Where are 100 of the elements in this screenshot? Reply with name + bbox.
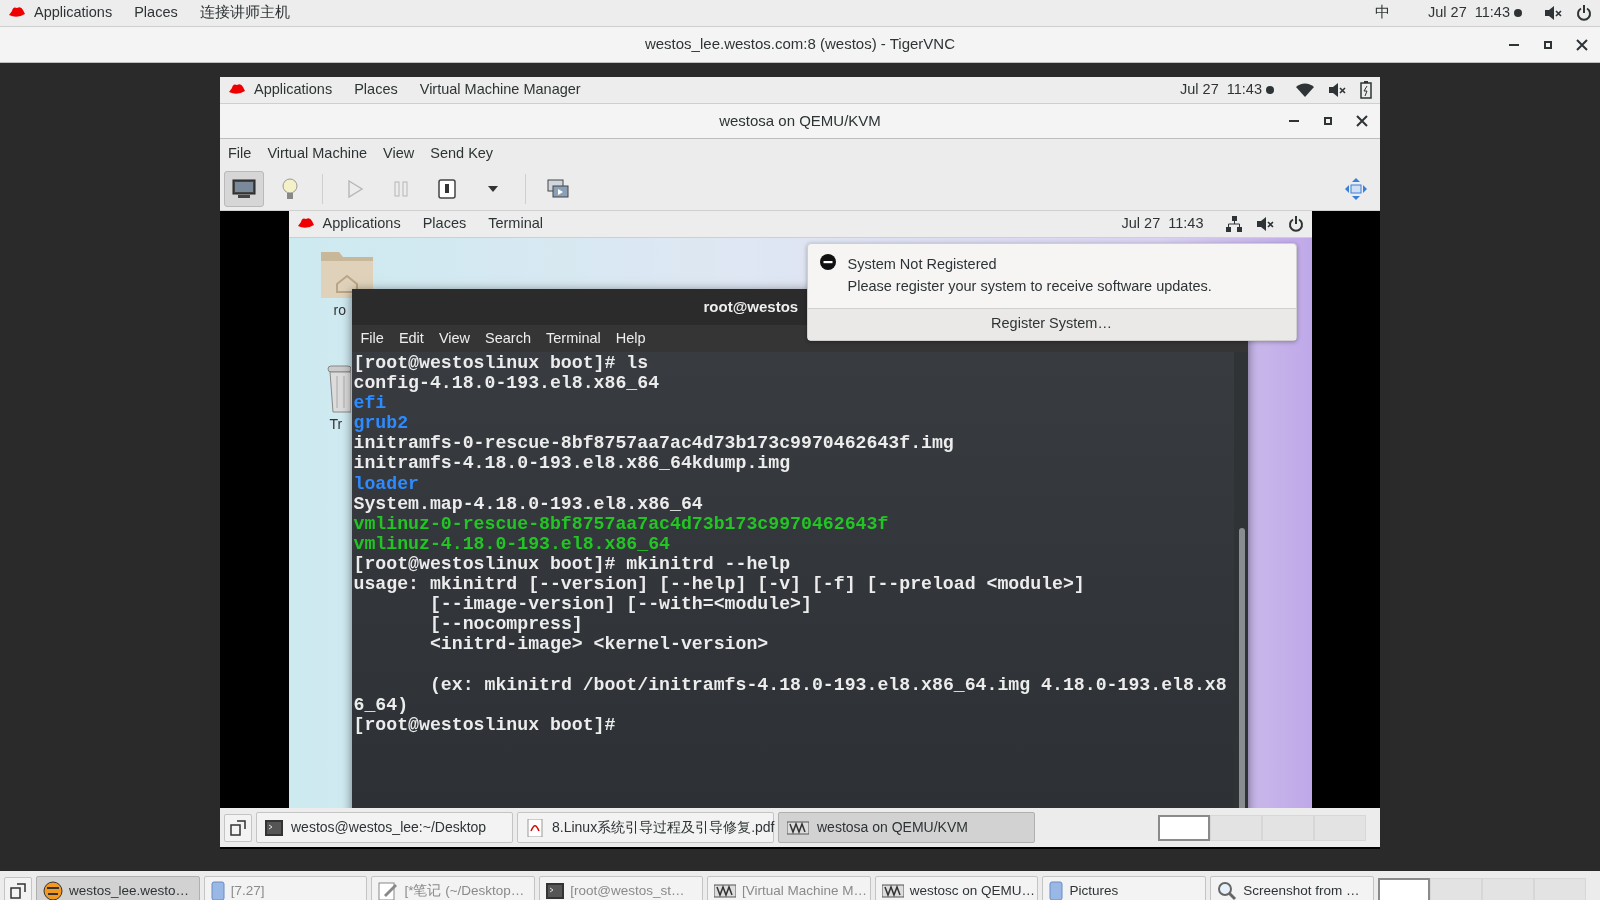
show-desktop-button[interactable] [4,877,32,900]
menu-item[interactable]: File [228,142,252,165]
terminal-line: grub2 [353,413,409,434]
notification-text: Please register your system to receive software updates. [847,276,1212,296]
input-method-indicator[interactable]: 中 [1375,2,1391,24]
terminal-line: [root@westoslinux boot]# mkinitrd --help [353,553,791,574]
register-button[interactable]: Register System… [807,307,1296,340]
top-menu-item[interactable]: Applications [34,2,113,24]
pause-icon [394,181,408,197]
terminal-line: initramfs-0-rescue-8bf8757aa7ac4d73b173c9970462643f.img [353,433,954,454]
move-arrows-icon [1345,178,1367,200]
screens-icon [547,179,569,199]
terminal-line: [--nocompress] [429,614,583,635]
top-menu-item[interactable]: 连接讲师主机 [199,2,290,24]
volume-muted-icon[interactable] [1328,82,1346,98]
close-button[interactable] [1574,36,1590,53]
menu-item[interactable]: View [383,142,415,165]
workspace-thumbnail[interactable] [1158,814,1210,841]
stop-icon [819,254,836,270]
hat-icon [228,83,246,97]
menu-item[interactable]: Terminal [546,327,601,350]
workspace-switch-icon [230,819,246,836]
close-icon [1576,38,1588,51]
taskbar-button[interactable]: 8.Linux系统引导过程及引导修复.pdf [517,812,774,843]
clock[interactable]: Jul 27 11:43 [1121,213,1204,235]
top-menu-item[interactable]: Places [354,79,398,101]
caret-icon [487,185,499,193]
taskbar-button[interactable]: Screenshot from … [1210,875,1374,900]
show-desktop-button[interactable] [224,813,252,842]
clock[interactable]: Jul 27 11:43 [1180,79,1262,101]
battery-icon[interactable] [1360,81,1372,99]
clock[interactable]: Jul 27 11:43 [1428,2,1510,24]
menu-item[interactable]: Search [485,327,531,350]
menu-item[interactable]: View [438,327,471,350]
power-icon[interactable] [1287,216,1304,232]
close-icon [1356,115,1368,127]
workspace-thumbnail[interactable] [1378,878,1430,900]
notification-title: System Not Registered [847,255,998,274]
taskbar-button[interactable]: Pictures [1042,875,1207,900]
terminal-line: vmlinuz-4.18.0-193.el8.x86_64 [353,533,670,554]
minimize-icon [1289,120,1299,122]
menu-item[interactable]: Help [615,327,646,350]
status-dot-icon [1266,86,1274,94]
vm-icon [713,884,736,898]
desktop-icon-label[interactable]: ro [333,300,346,321]
taskbar-button[interactable]: westosc on QEMU… [874,875,1039,900]
document-icon [210,881,225,900]
hat-icon [296,217,315,231]
wifi-icon[interactable] [1296,83,1314,97]
switch-icon [438,179,456,199]
hat-icon [8,6,26,20]
top-menu-item[interactable]: Applications [254,79,333,101]
terminal-line: [root@westoslinux boot]# [353,714,616,735]
terminal-icon [265,819,283,836]
document-icon [526,818,544,837]
terminal-line: initramfs-4.18.0-193.el8.x86_64kdump.img [353,453,791,474]
top-menu-item[interactable]: Applications [322,213,401,235]
close-button[interactable] [1354,113,1370,129]
status-dot-icon [1514,9,1522,17]
menu-item[interactable]: Virtual Machine [267,142,368,165]
tiger-icon [42,881,63,900]
top-menu-item[interactable]: Virtual Machine Manager [419,79,581,101]
terminal-line: [root@westoslinux boot]# ls [353,353,649,373]
terminal-line: [--image-version] [--with=<module>] [429,594,812,615]
terminal-line: loader [353,473,419,494]
menu-item[interactable]: File [360,327,384,350]
terminal-line: System.map-4.18.0-193.el8.x86_64 [353,493,703,514]
menu-item[interactable]: Send Key [430,142,494,165]
taskbar-button[interactable]: westos_lee.westo… [35,875,200,900]
window-title: root@westos [703,296,799,317]
scrollbar-thumb[interactable] [1238,528,1245,808]
terminal-icon [546,883,565,899]
taskbar-button[interactable]: westos@westos_lee:~/Desktop [256,812,513,843]
volume-muted-icon[interactable] [1255,216,1274,232]
desktop-icon-label[interactable]: Tr [329,414,343,435]
menu-item[interactable]: Edit [398,327,424,350]
monitor-icon [232,179,256,199]
volume-muted-icon[interactable] [1544,5,1562,21]
vm-icon [881,884,904,898]
play-icon [347,180,363,198]
terminal-line: 6_64) [353,694,409,715]
minimize-icon [1509,43,1519,46]
terminal-line: <initrd-image> <kernel-version> [429,634,769,655]
top-menu-item[interactable]: Terminal [488,213,543,235]
window-title: westosa on QEMU/KVM [719,110,881,131]
terminal-line: vmlinuz-0-rescue-8bf8757aa7ac4d73b173c9970462643f [353,513,889,534]
maximize-icon [1542,38,1554,51]
console-button[interactable] [224,171,264,207]
terminal-line: usage: mkinitrd [--version] [--help] [-v] [-f] [--preload <module>] [353,574,1085,595]
taskbar-button[interactable]: westosa on QEMU/KVM [778,812,1035,843]
window-title: westos_lee.westos.com:8 (westos) - TigerVNC [644,34,956,55]
network-icon[interactable] [1225,216,1242,232]
trash-icon[interactable] [326,364,351,414]
workspace-switch-icon [9,883,26,899]
terminal-line: config-4.18.0-193.el8.x86_64 [353,373,660,394]
top-menu-item[interactable]: Places [134,2,178,24]
power-icon[interactable] [1576,5,1592,21]
terminal-line: efi [353,393,387,414]
top-menu-item[interactable]: Places [422,213,467,235]
maximize-icon [1322,115,1334,127]
